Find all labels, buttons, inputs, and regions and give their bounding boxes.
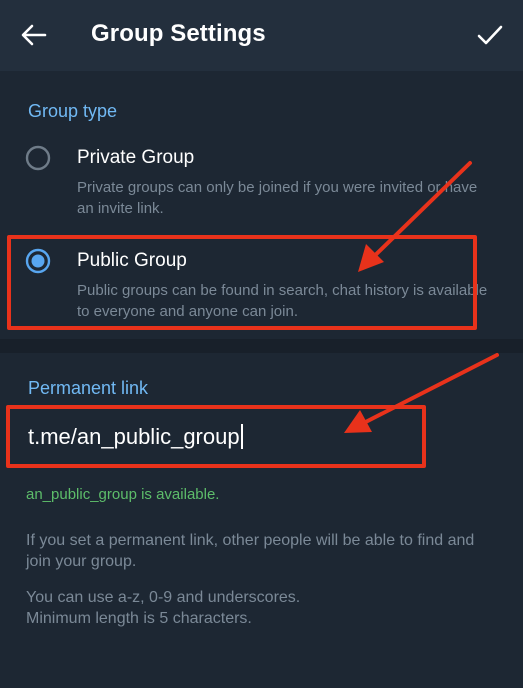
page-title: Group Settings bbox=[91, 20, 266, 47]
permanent-link-value: t.me/an_public_group bbox=[28, 424, 240, 449]
public-group-description: Public groups can be found in search, ch… bbox=[77, 282, 488, 320]
link-rules-line-2: Minimum length is 5 characters. bbox=[26, 610, 252, 627]
checkmark-icon bbox=[477, 25, 503, 45]
group-type-section: Group type Private Group Private groups … bbox=[0, 71, 523, 339]
section-divider bbox=[0, 339, 523, 353]
arrow-left-icon bbox=[21, 24, 47, 46]
private-group-label: Private Group bbox=[77, 147, 195, 168]
private-group-option[interactable]: Private Group Private groups can only be… bbox=[0, 143, 523, 223]
text-caret bbox=[240, 424, 243, 449]
app-header: Group Settings bbox=[0, 0, 523, 71]
permanent-link-info: If you set a permanent link, other peopl… bbox=[26, 532, 475, 570]
radio-checked-icon[interactable] bbox=[25, 248, 51, 274]
private-group-description: Private groups can only be joined if you… bbox=[77, 179, 478, 217]
public-group-label: Public Group bbox=[77, 250, 187, 271]
back-button[interactable] bbox=[16, 19, 52, 51]
done-button[interactable] bbox=[472, 19, 508, 51]
permanent-link-input[interactable]: t.me/an_public_group bbox=[28, 424, 498, 456]
link-availability-status: an_public_group is available. bbox=[26, 486, 220, 503]
group-type-title: Group type bbox=[28, 101, 118, 121]
public-group-option[interactable]: Public Group Public groups can be found … bbox=[0, 246, 523, 326]
permanent-link-section: Permanent link bbox=[0, 353, 523, 688]
radio-unchecked-icon[interactable] bbox=[25, 145, 51, 171]
link-rules-line-1: You can use a-z, 0-9 and underscores. bbox=[26, 589, 301, 606]
permanent-link-title: Permanent link bbox=[28, 378, 149, 398]
